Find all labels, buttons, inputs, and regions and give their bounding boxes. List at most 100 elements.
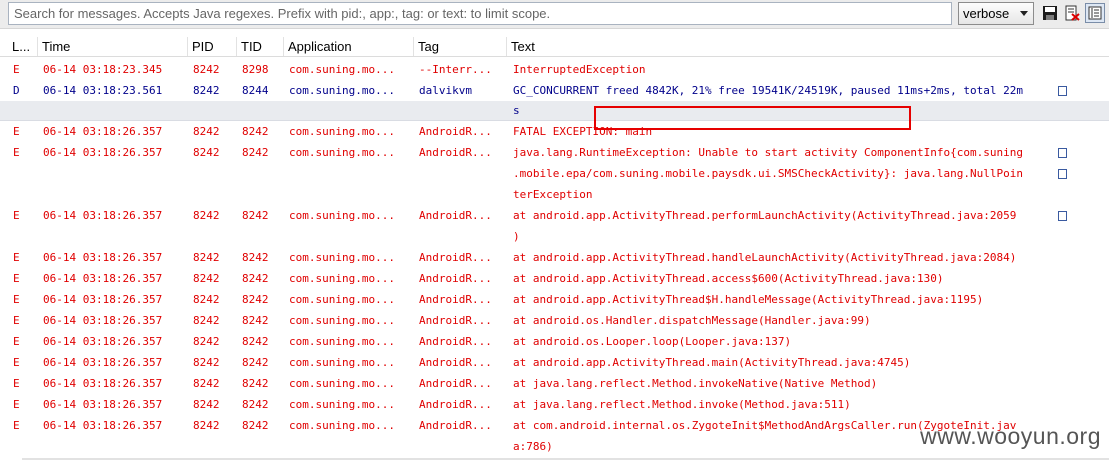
clear-log-icon[interactable]: [1063, 4, 1081, 22]
row-tag: AndroidR...: [419, 293, 492, 306]
row-tag: AndroidR...: [419, 251, 492, 264]
log-level-select[interactable]: verbose: [958, 2, 1034, 25]
row-application: com.suning.mo...: [289, 356, 395, 369]
row-text-line2: a:786): [513, 440, 553, 453]
watermark: www.wooyun.org: [920, 423, 1101, 449]
row-pid: 8242: [193, 293, 220, 306]
row-tid: 8242: [242, 146, 269, 159]
row-pid: 8242: [193, 314, 220, 327]
row-tid: 8298: [242, 63, 269, 76]
row-application: com.suning.mo...: [289, 314, 395, 327]
log-table-header: L... Time PID TID Application Tag Text: [0, 37, 1109, 57]
row-text: at java.lang.reflect.Method.invoke(Metho…: [513, 398, 851, 411]
row-text-line2: ): [513, 230, 520, 243]
row-pid: 8242: [193, 146, 220, 159]
row-level: E: [13, 419, 20, 432]
row-level: E: [13, 63, 20, 76]
row-text: InterruptedException: [513, 63, 646, 76]
table-row[interactable]: E 06-14 03:18:23.345 8242 8298 com.sunin…: [0, 59, 1109, 80]
row-tag: AndroidR...: [419, 398, 492, 411]
column-header-text[interactable]: Text: [507, 37, 1109, 56]
row-tid: 8242: [242, 251, 269, 264]
row-time: 06-14 03:18:26.357: [43, 125, 163, 138]
row-pid: 8242: [193, 272, 220, 285]
row-tid: 8242: [242, 377, 269, 390]
row-text-line3: terException: [513, 188, 593, 201]
row-text: FATAL EXCEPTION: main: [513, 125, 653, 138]
row-pid: 8242: [193, 398, 220, 411]
row-pid: 8242: [193, 125, 220, 138]
row-time: 06-14 03:18:26.357: [43, 146, 163, 159]
row-tag: AndroidR...: [419, 272, 492, 285]
search-input[interactable]: [8, 2, 952, 25]
table-row[interactable]: E 06-14 03:18:26.357 8242 8242 com.sunin…: [0, 142, 1109, 205]
row-text: at android.app.ActivityThread$H.handleMe…: [513, 293, 984, 306]
column-header-level[interactable]: L...: [8, 37, 38, 56]
row-application: com.suning.mo...: [289, 398, 395, 411]
row-application: com.suning.mo...: [289, 63, 395, 76]
row-application: com.suning.mo...: [289, 335, 395, 348]
table-row[interactable]: E 06-14 03:18:26.357 8242 8242 com.sunin…: [0, 289, 1109, 310]
row-level: E: [13, 398, 20, 411]
column-header-tid[interactable]: TID: [237, 37, 284, 56]
line-wrap-icon: [1058, 148, 1067, 158]
row-pid: 8242: [193, 419, 220, 432]
scroll-lock-icon[interactable]: [1085, 3, 1105, 23]
row-level: E: [13, 125, 20, 138]
row-level: E: [13, 272, 20, 285]
table-row[interactable]: E 06-14 03:18:26.357 8242 8242 com.sunin…: [0, 373, 1109, 394]
line-wrap-icon: [1058, 169, 1067, 179]
row-time: 06-14 03:18:23.561: [43, 84, 163, 97]
row-level: D: [13, 84, 20, 97]
row-pid: 8242: [193, 251, 220, 264]
table-row[interactable]: D 06-14 03:18:23.561 8242 8244 com.sunin…: [0, 80, 1109, 101]
row-application: com.suning.mo...: [289, 272, 395, 285]
row-application: com.suning.mo...: [289, 209, 395, 222]
row-pid: 8242: [193, 209, 220, 222]
row-text: at android.app.ActivityThread.performLau…: [513, 209, 1017, 222]
row-tag: dalvikvm: [419, 84, 472, 97]
table-row[interactable]: E 06-14 03:18:26.357 8242 8242 com.sunin…: [0, 268, 1109, 289]
row-time: 06-14 03:18:26.357: [43, 335, 163, 348]
table-row[interactable]: E 06-14 03:18:26.357 8242 8242 com.sunin…: [0, 331, 1109, 352]
table-row[interactable]: E 06-14 03:18:26.357 8242 8242 com.sunin…: [0, 121, 1109, 142]
row-application: com.suning.mo...: [289, 251, 395, 264]
row-level: E: [13, 356, 20, 369]
row-pid: 8242: [193, 377, 220, 390]
row-tid: 8242: [242, 356, 269, 369]
log-table-body: E 06-14 03:18:23.345 8242 8298 com.sunin…: [0, 59, 1109, 457]
row-pid: 8242: [193, 335, 220, 348]
row-application: com.suning.mo...: [289, 377, 395, 390]
row-text: at android.app.ActivityThread.handleLaun…: [513, 251, 1017, 264]
row-text-line2: .mobile.epa/com.suning.mobile.paysdk.ui.…: [513, 167, 1023, 180]
row-application: com.suning.mo...: [289, 84, 395, 97]
column-header-pid[interactable]: PID: [188, 37, 237, 56]
row-time: 06-14 03:18:26.357: [43, 209, 163, 222]
column-header-time[interactable]: Time: [38, 37, 188, 56]
row-level: E: [13, 293, 20, 306]
table-row-continuation[interactable]: s: [0, 101, 1109, 121]
row-text-continued: s: [513, 104, 520, 117]
row-text: at android.app.ActivityThread.access$600…: [513, 272, 944, 285]
row-tag: --Interr...: [419, 63, 492, 76]
row-tag: AndroidR...: [419, 146, 492, 159]
row-text: java.lang.RuntimeException: Unable to st…: [513, 146, 1023, 159]
table-row[interactable]: E 06-14 03:18:26.357 8242 8242 com.sunin…: [0, 394, 1109, 415]
row-tid: 8242: [242, 398, 269, 411]
table-row[interactable]: E 06-14 03:18:26.357 8242 8242 com.sunin…: [0, 205, 1109, 247]
column-header-application[interactable]: Application: [284, 37, 414, 56]
toolbar: verbose: [0, 0, 1109, 29]
save-icon[interactable]: [1041, 4, 1059, 22]
table-row[interactable]: E 06-14 03:18:26.357 8242 8242 com.sunin…: [0, 310, 1109, 331]
row-tag: AndroidR...: [419, 335, 492, 348]
line-wrap-icon: [1058, 211, 1067, 221]
table-row[interactable]: E 06-14 03:18:26.357 8242 8242 com.sunin…: [0, 352, 1109, 373]
line-wrap-icon: [1058, 86, 1067, 96]
row-tag: AndroidR...: [419, 314, 492, 327]
row-time: 06-14 03:18:26.357: [43, 251, 163, 264]
row-time: 06-14 03:18:23.345: [43, 63, 163, 76]
row-tid: 8242: [242, 125, 269, 138]
column-header-tag[interactable]: Tag: [414, 37, 507, 56]
row-application: com.suning.mo...: [289, 293, 395, 306]
table-row[interactable]: E 06-14 03:18:26.357 8242 8242 com.sunin…: [0, 247, 1109, 268]
